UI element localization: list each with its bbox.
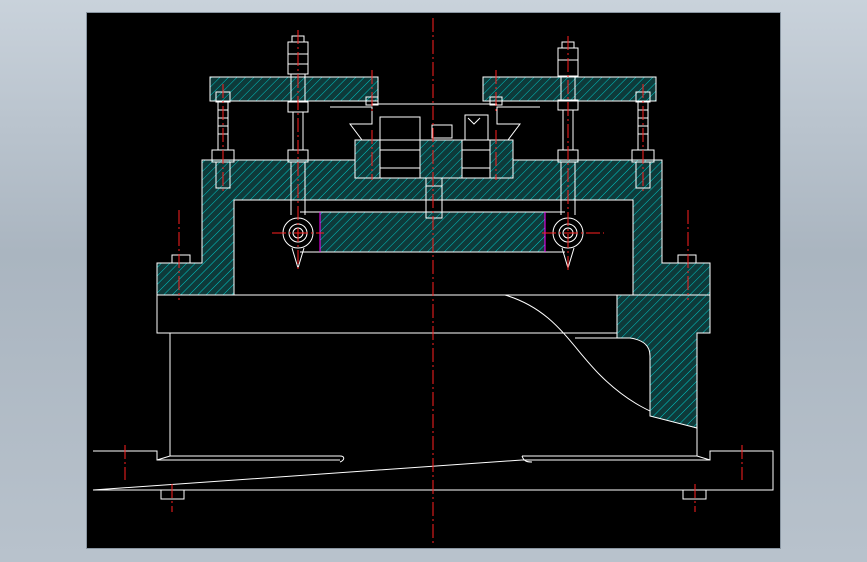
cad-window bbox=[0, 0, 867, 562]
right-rib-section bbox=[616, 294, 711, 429]
clamp-block bbox=[330, 103, 540, 219]
right-mount-bolt bbox=[677, 254, 697, 264]
fixture-drawing bbox=[92, 18, 774, 544]
left-mount-bolt bbox=[171, 254, 191, 264]
left-clamp-arm bbox=[209, 76, 379, 102]
right-clamp-arm bbox=[482, 76, 657, 102]
